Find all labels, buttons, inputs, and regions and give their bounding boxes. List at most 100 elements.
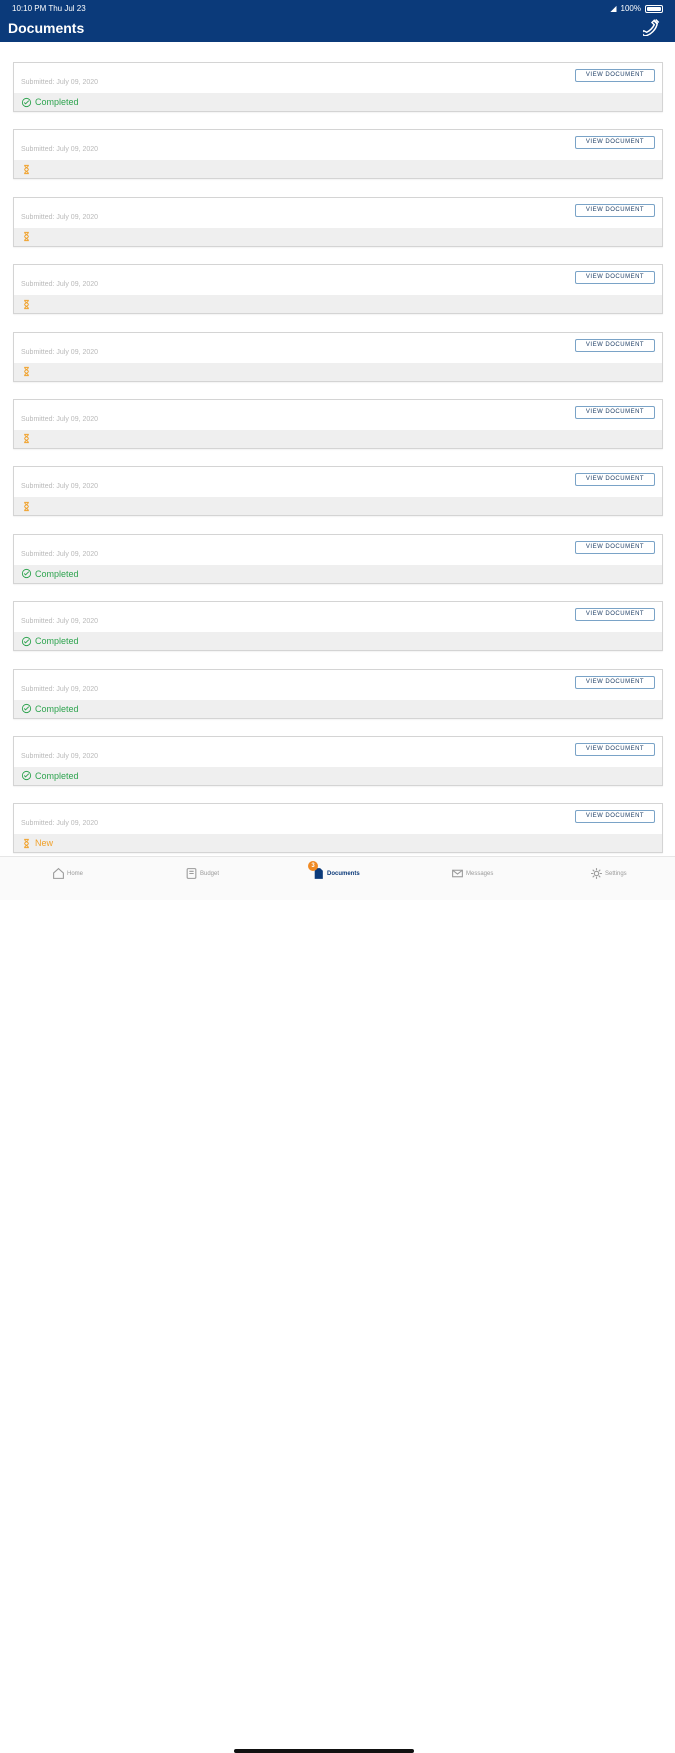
mail-icon: [452, 869, 463, 878]
submitted-date: Submitted: July 09, 2020: [21, 752, 99, 760]
check-circle-icon: [21, 636, 32, 646]
wifi-icon: ◢: [610, 4, 617, 13]
view-document-button[interactable]: VIEW DOCUMENT: [575, 675, 655, 689]
hourglass-icon: [24, 299, 29, 309]
phone-icon[interactable]: [643, 18, 661, 36]
card-status-row: [14, 227, 662, 246]
check-circle-icon: [21, 97, 32, 107]
status-right: ◢ 100%: [610, 4, 663, 13]
card-status-row: New: [14, 834, 662, 853]
view-document-button[interactable]: VIEW DOCUMENT: [575, 473, 655, 487]
view-document-button[interactable]: VIEW DOCUMENT: [575, 271, 655, 285]
card-status-row: Completed: [14, 632, 662, 651]
view-document-button[interactable]: VIEW DOCUMENT: [575, 608, 655, 622]
view-document-button[interactable]: VIEW DOCUMENT: [575, 136, 655, 150]
submitted-date: Submitted: July 09, 2020: [21, 415, 99, 423]
status-label: New: [35, 838, 54, 849]
tab-settings[interactable]: Settings: [590, 867, 627, 880]
card-top: Submitted: July 09, 2020 VIEW DOCUMENT: [14, 63, 662, 93]
view-document-button[interactable]: VIEW DOCUMENT: [575, 338, 655, 352]
tab-documents[interactable]: 3 Documents: [308, 861, 360, 880]
hourglass-icon: [24, 232, 29, 242]
tab-bar: Home Budget 3 Documents Messages Setting…: [0, 856, 675, 1753]
card-status-row: [14, 295, 662, 314]
submitted-date: Submitted: July 09, 2020: [21, 550, 99, 558]
document-card: Submitted: July 09, 2020 VIEW DOCUMENT: [13, 466, 663, 517]
page-title: Documents: [8, 20, 85, 36]
home-indicator: [234, 1749, 414, 1753]
card-status-row: [14, 362, 662, 381]
status-label: Completed: [35, 568, 79, 579]
card-top: Submitted: July 09, 2020 VIEW DOCUMENT: [14, 333, 662, 363]
document-card: Submitted: July 09, 2020 VIEW DOCUMENT Com…: [13, 668, 663, 719]
tab-home-label: Home: [67, 870, 84, 877]
hourglass-icon: [24, 434, 29, 444]
card-status-row: [14, 160, 662, 179]
battery-label: 100%: [620, 4, 641, 13]
submitted-date: Submitted: July 09, 2020: [21, 281, 99, 289]
tab-messages[interactable]: Messages: [451, 867, 493, 880]
document-card: Submitted: July 09, 2020 VIEW DOCUMENT: [13, 129, 663, 180]
document-card: Submitted: July 09, 2020 VIEW DOCUMENT Com…: [13, 735, 663, 786]
submitted-date: Submitted: July 09, 2020: [21, 820, 99, 828]
view-document-button[interactable]: VIEW DOCUMENT: [575, 742, 655, 756]
document-card: Submitted: July 09, 2020 VIEW DOCUMENT Com…: [13, 533, 663, 584]
card-top: Submitted: July 09, 2020 VIEW DOCUMENT: [14, 130, 662, 160]
tab-messages-label: Messages: [466, 870, 494, 877]
app-header: 10:10 PM Thu Jul 23 ◢ 100% Documents: [0, 0, 675, 42]
view-document-button[interactable]: VIEW DOCUMENT: [575, 810, 655, 824]
view-document-button[interactable]: VIEW DOCUMENT: [575, 405, 655, 419]
card-top: Submitted: July 09, 2020 VIEW DOCUMENT: [14, 467, 662, 497]
card-status-row: Completed: [14, 93, 662, 111]
status-label: Completed: [35, 97, 79, 107]
card-top: Submitted: July 09, 2020 VIEW DOCUMENT: [14, 670, 662, 700]
submitted-date: Submitted: July 09, 2020: [21, 348, 99, 356]
card-status-row: Completed: [14, 699, 662, 718]
view-document-button[interactable]: VIEW DOCUMENT: [575, 69, 655, 82]
hourglass-icon: [24, 164, 29, 174]
card-top: Submitted: July 09, 2020 VIEW DOCUMENT: [14, 198, 662, 228]
card-status-row: Completed: [14, 766, 662, 785]
check-circle-icon: [21, 569, 32, 579]
hourglass-icon: [24, 366, 29, 377]
check-circle-icon: [21, 771, 32, 781]
submitted-date: Submitted: July 09, 2020: [21, 483, 99, 491]
card-status-row: Completed: [14, 564, 662, 583]
hourglass-icon: [24, 838, 29, 848]
tab-home[interactable]: Home: [52, 867, 83, 880]
submitted-date: Submitted: July 09, 2020: [21, 213, 99, 221]
card-top: Submitted: July 09, 2020 VIEW DOCUMENT: [14, 602, 662, 632]
document-card: Submitted: July 09, 2020 VIEW DOCUMENT: [13, 398, 663, 449]
submitted-date: Submitted: July 09, 2020: [21, 618, 99, 626]
documents-badge: 3: [308, 861, 318, 871]
tab-documents-label: Documents: [327, 870, 360, 877]
card-top: Submitted: July 09, 2020 VIEW DOCUMENT: [14, 265, 662, 295]
view-document-button[interactable]: VIEW DOCUMENT: [575, 203, 655, 217]
submitted-date: Submitted: July 09, 2020: [21, 79, 99, 86]
card-status-row: [14, 429, 662, 448]
tab-budget-label: Budget: [200, 870, 220, 877]
card-top: Submitted: July 09, 2020 VIEW DOCUMENT: [14, 535, 662, 565]
status-bar: 10:10 PM Thu Jul 23 ◢ 100%: [0, 0, 675, 16]
budget-icon: [186, 868, 197, 879]
tab-settings-label: Settings: [605, 870, 627, 877]
document-card: Submitted: July 09, 2020 VIEW DOCUMENT: [13, 331, 663, 382]
status-label: Completed: [35, 636, 79, 647]
document-card: Submitted: July 09, 2020 VIEW DOCUMENT New: [13, 803, 663, 854]
status-time: 10:10 PM Thu Jul 23: [12, 4, 86, 13]
card-status-row: [14, 497, 662, 516]
card-top: Submitted: July 09, 2020 VIEW DOCUMENT: [14, 400, 662, 430]
document-card: Submitted: July 09, 2020 VIEW DOCUMENT Com…: [13, 62, 663, 112]
view-document-button[interactable]: VIEW DOCUMENT: [575, 540, 655, 554]
gear-icon: [591, 868, 602, 879]
document-card: Submitted: July 09, 2020 VIEW DOCUMENT: [13, 196, 663, 247]
document-card: Submitted: July 09, 2020 VIEW DOCUMENT Com…: [13, 601, 663, 652]
tab-budget[interactable]: Budget: [185, 867, 219, 880]
submitted-date: Submitted: July 09, 2020: [21, 685, 99, 693]
card-top: Submitted: July 09, 2020 VIEW DOCUMENT: [14, 804, 662, 834]
hourglass-icon: [24, 501, 29, 511]
status-label: Completed: [35, 770, 79, 781]
status-label: Completed: [35, 703, 79, 714]
battery-icon: [645, 4, 663, 13]
document-card: Submitted: July 09, 2020 VIEW DOCUMENT: [13, 264, 663, 315]
